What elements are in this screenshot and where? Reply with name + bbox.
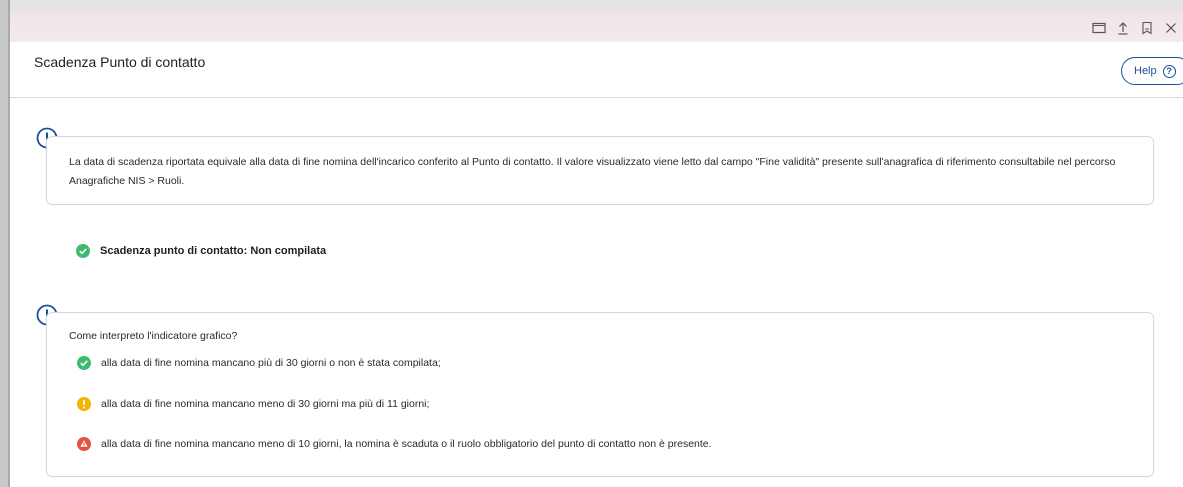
maximize-icon[interactable] bbox=[1087, 18, 1111, 38]
help-label: Help bbox=[1134, 65, 1157, 77]
legend-item-text: alla data di fine nomina mancano più di … bbox=[101, 357, 441, 369]
legend-title: Come interpreto l'indicatore grafico? bbox=[69, 330, 238, 342]
check-circle-icon bbox=[76, 244, 90, 258]
info-box: La data di scadenza riportata equivale a… bbox=[46, 136, 1154, 205]
help-circle-icon: ? bbox=[1162, 64, 1176, 78]
upload-icon[interactable] bbox=[1111, 18, 1135, 38]
left-window-edge bbox=[0, 0, 10, 487]
page-title: Scadenza Punto di contatto bbox=[34, 54, 206, 70]
legend-item-text: alla data di fine nomina mancano meno di… bbox=[101, 398, 430, 410]
legend-item-yellow: alla data di fine nomina mancano meno di… bbox=[77, 397, 429, 411]
close-icon[interactable] bbox=[1159, 18, 1183, 38]
legend-item-text: alla data di fine nomina mancano meno di… bbox=[101, 438, 712, 450]
info-text: La data di scadenza riportata equivale a… bbox=[69, 156, 1116, 187]
check-circle-icon bbox=[77, 356, 91, 370]
legend-item-red: alla data di fine nomina mancano meno di… bbox=[77, 437, 712, 451]
window-controls bbox=[1087, 18, 1183, 38]
status-row: Scadenza punto di contatto: Non compilat… bbox=[76, 244, 326, 258]
legend-box: Come interpreto l'indicatore grafico? al… bbox=[46, 312, 1154, 477]
alert-triangle-icon bbox=[77, 437, 91, 451]
warning-circle-icon bbox=[77, 397, 91, 411]
legend-item-green: alla data di fine nomina mancano più di … bbox=[77, 356, 441, 370]
help-button[interactable]: Help ? bbox=[1121, 57, 1183, 85]
status-label: Scadenza punto di contatto: Non compilat… bbox=[100, 245, 327, 257]
bookmark-icon[interactable] bbox=[1135, 18, 1159, 38]
page-header: Scadenza Punto di contatto Help ? bbox=[10, 42, 1183, 98]
window-title-bar bbox=[10, 0, 1183, 42]
